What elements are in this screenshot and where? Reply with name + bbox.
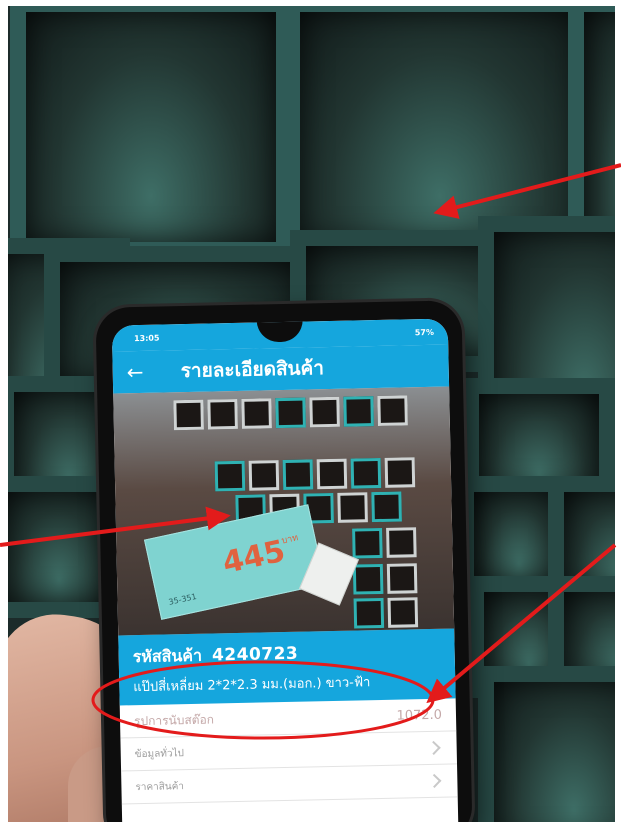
tube-end [241, 398, 272, 429]
status-time: 13:05 [133, 333, 160, 343]
row-label: รูปการนับสต๊อก [133, 712, 215, 728]
product-code-label: รหัสสินค้า [132, 645, 203, 667]
tag-code: 35-351 [167, 591, 198, 607]
arrow-left-icon[interactable]: ← [126, 360, 156, 384]
tube-end [316, 458, 348, 490]
tube-end [386, 527, 417, 558]
tube-end [343, 396, 374, 427]
row-label: ราคาสินค้า [135, 780, 185, 793]
phone-screen: 13:05 57% ← รายละเอียดสินค้า 445 บาท 35-… [111, 318, 459, 822]
tube-end [353, 597, 385, 629]
tube-end [377, 395, 408, 427]
tube-end [214, 460, 246, 492]
tube-end [275, 397, 306, 429]
tube-end [282, 459, 314, 490]
tube-end [352, 563, 384, 595]
row-label: ข้อมูลทั่วไป [134, 747, 185, 760]
tube-end [207, 398, 238, 430]
tube-end [309, 396, 340, 428]
product-code-value: 4240723 [211, 643, 299, 666]
tube-end [386, 563, 418, 594]
page-title: รายละเอียดสินค้า [180, 357, 325, 383]
tube-end [248, 460, 280, 491]
tube-end [352, 527, 383, 559]
steel-tube [10, 6, 292, 258]
app-bar: ← รายละเอียดสินค้า [112, 344, 450, 394]
product-code-line: รหัสสินค้า 4240723 [132, 639, 444, 671]
product-name: แป๊ปสี่เหลี่ยม 2*2*2.3 มม.(มอก.) ขาว-ฟ้า [133, 675, 371, 696]
tube-end [371, 491, 402, 523]
steel-tube [478, 666, 615, 822]
chevron-right-icon [427, 773, 442, 788]
phone: 13:05 57% ← รายละเอียดสินค้า 445 บาท 35-… [95, 300, 473, 822]
tube-end [387, 597, 419, 628]
tube-end [173, 399, 204, 431]
tag-unit: บาท [280, 533, 300, 547]
status-indicators: 57% [414, 327, 435, 337]
product-info-panel: รหัสสินค้า 4240723 แป๊ปสี่เหลี่ยม 2*2*2.… [118, 628, 456, 706]
stock-count-value: 1072.0 [396, 707, 443, 724]
tag-price: 445 [219, 533, 289, 582]
price-tag: 445 บาท 35-351 [143, 504, 326, 620]
tube-end [384, 457, 416, 488]
tube-end [337, 492, 368, 523]
product-image[interactable]: 445 บาท 35-351 [113, 386, 455, 636]
row-price[interactable]: ราคาสินค้า [121, 764, 458, 805]
tube-end [350, 457, 382, 489]
photo: 13:05 57% ← รายละเอียดสินค้า 445 บาท 35-… [8, 6, 615, 822]
chevron-right-icon [426, 740, 441, 755]
